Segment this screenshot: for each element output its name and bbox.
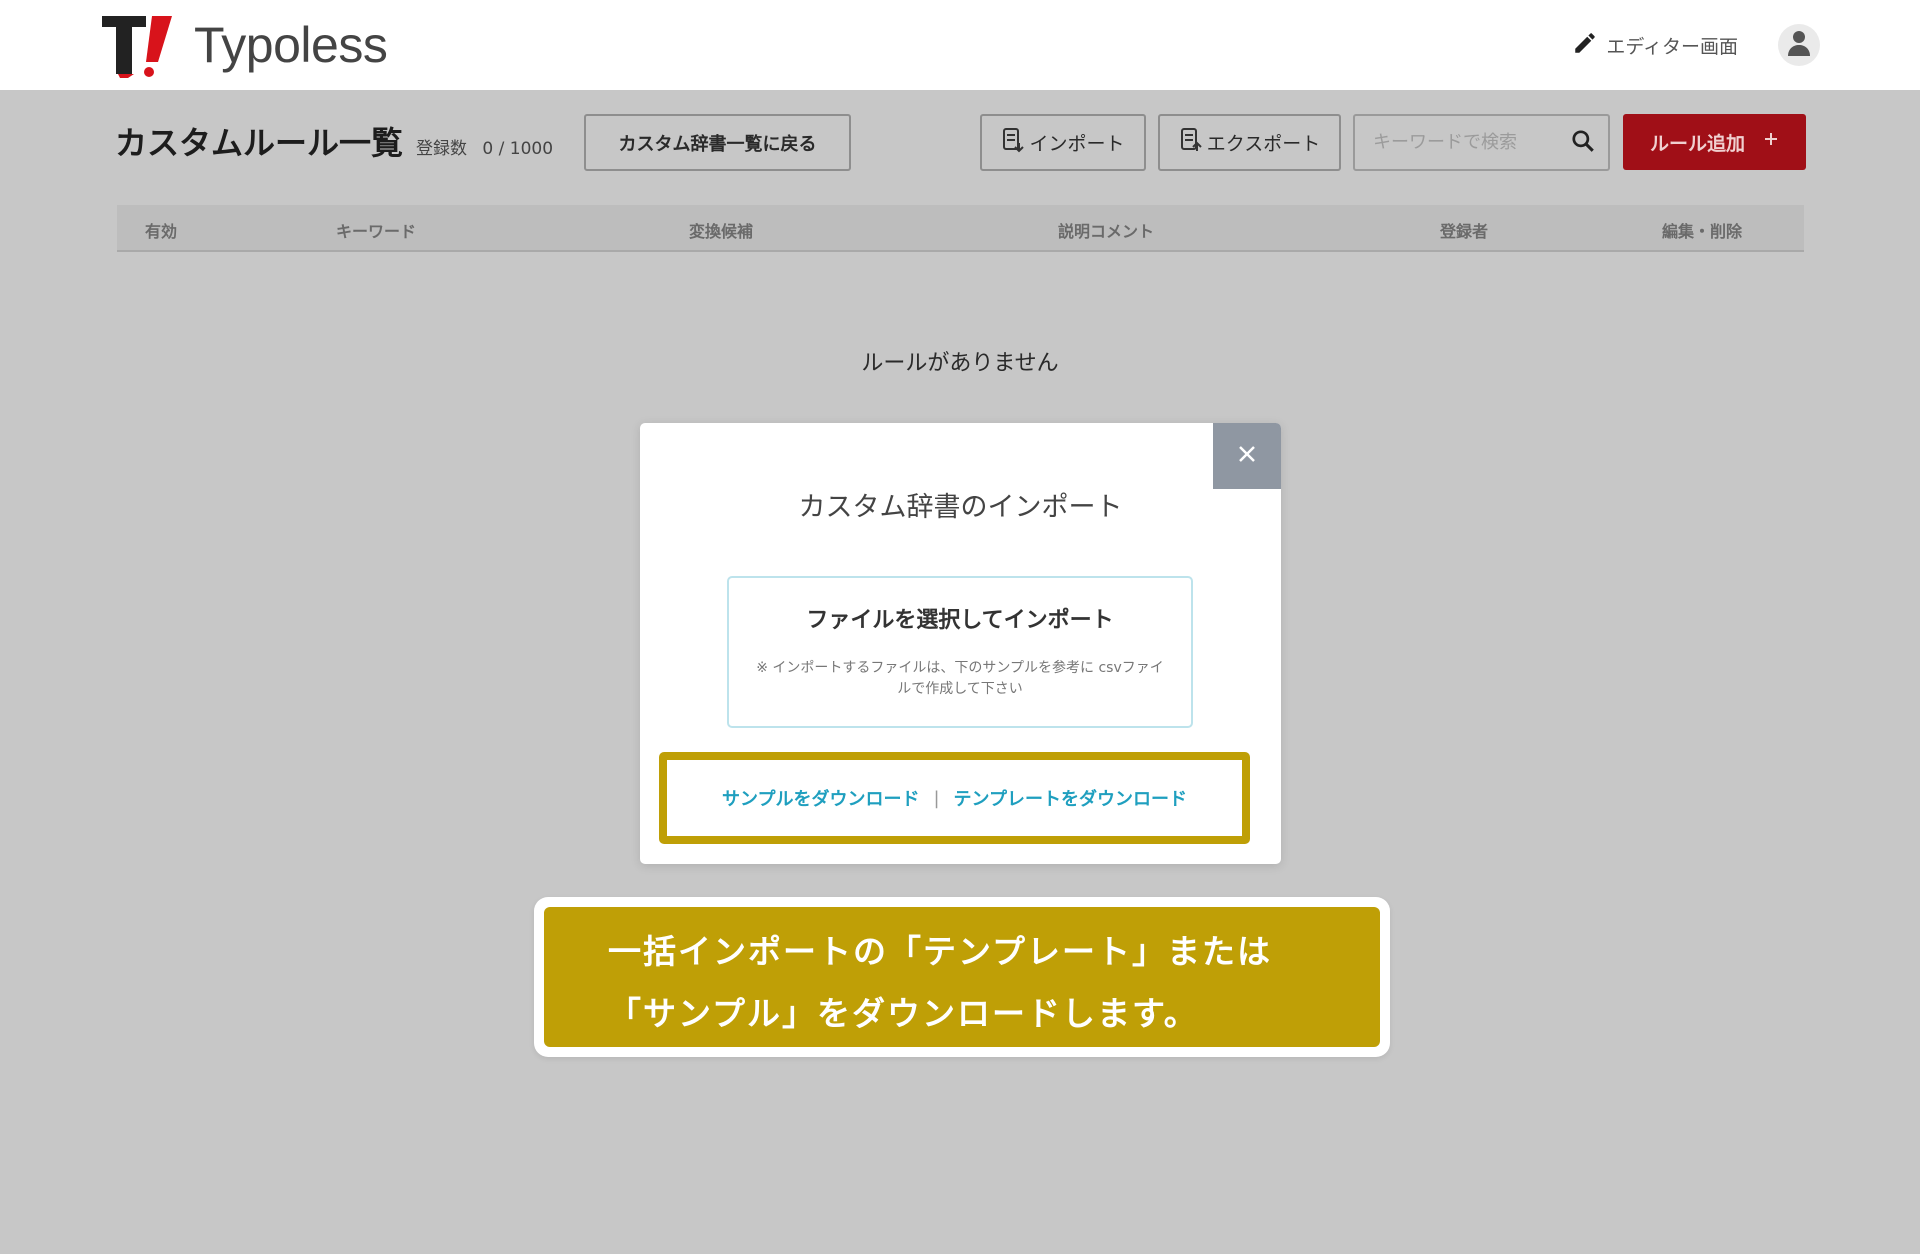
count-value: 0 / 1000 <box>482 139 554 159</box>
close-icon <box>1236 443 1258 469</box>
download-template-link[interactable]: テンプレートをダウンロード <box>954 785 1187 811</box>
column-enabled: 有効 <box>145 222 178 241</box>
pencil-icon <box>1572 30 1598 61</box>
logo-mark-icon <box>100 12 180 78</box>
import-button[interactable]: インポート <box>980 114 1146 171</box>
file-select-title: ファイルを選択してインポート <box>806 608 1114 633</box>
link-separator: | <box>933 787 940 809</box>
header-actions: エディター画面 <box>1572 22 1820 68</box>
column-keyword: キーワード <box>336 222 417 241</box>
import-label: インポート <box>1029 133 1125 155</box>
import-dialog: カスタム辞書のインポート ファイルを選択してインポート ※ インポートするファイ… <box>640 423 1281 864</box>
rules-table-header: 有効 キーワード 変換候補 説明コメント 登録者 編集・削除 <box>117 205 1804 252</box>
typoless-logo[interactable]: Typoless <box>100 12 388 78</box>
user-avatar[interactable] <box>1778 24 1820 66</box>
callout-body: 一括インポートの「テンプレート」または 「サンプル」をダウンロードします。 <box>544 907 1380 1047</box>
export-button[interactable]: エクスポート <box>1158 114 1341 171</box>
user-icon <box>1786 29 1812 61</box>
editor-link-label: エディター画面 <box>1606 35 1738 58</box>
plus-icon <box>1763 131 1779 153</box>
top-header: Typoless エディター画面 <box>0 0 1920 90</box>
download-sample-link[interactable]: サンプルをダウンロード <box>722 785 919 811</box>
close-button[interactable] <box>1213 423 1281 489</box>
export-label: エクスポート <box>1206 133 1321 155</box>
dialog-title: カスタム辞書のインポート <box>798 492 1123 523</box>
add-rule-label: ルール追加 <box>1649 133 1745 155</box>
back-to-dictionary-list-button[interactable]: カスタム辞書一覧に戻る <box>584 114 851 171</box>
export-icon <box>1179 127 1203 158</box>
count-label: 登録数 <box>416 139 467 159</box>
file-select-import-area[interactable]: ファイルを選択してインポート ※ インポートするファイルは、下のサンプルを参考に… <box>727 576 1193 728</box>
column-registrant: 登録者 <box>1440 222 1489 241</box>
instruction-callout: 一括インポートの「テンプレート」または 「サンプル」をダウンロードします。 <box>534 897 1390 1057</box>
column-edit-delete: 編集・削除 <box>1662 222 1743 241</box>
import-icon <box>1001 127 1025 158</box>
editor-screen-link[interactable]: エディター画面 <box>1572 30 1738 61</box>
page-title: カスタムルール一覧 <box>115 124 404 162</box>
download-links-highlight: サンプルをダウンロード | テンプレートをダウンロード <box>659 752 1250 844</box>
file-select-note: ※ インポートするファイルは、下のサンプルを参考に csvファイルで作成して下さ… <box>756 660 1164 697</box>
keyword-search-input[interactable] <box>1373 132 1563 153</box>
empty-rules-message: ルールがありません <box>861 351 1059 376</box>
search-icon[interactable] <box>1570 128 1596 158</box>
column-conversion-candidates: 変換候補 <box>689 222 754 241</box>
registration-count: 登録数 0 / 1000 <box>416 134 553 159</box>
callout-line-2: 「サンプル」をダウンロードします。 <box>608 994 1199 1033</box>
brand-name: Typoless <box>194 17 388 73</box>
keyword-search-box <box>1353 114 1610 171</box>
column-description-comment: 説明コメント <box>1058 222 1155 241</box>
add-rule-button[interactable]: ルール追加 <box>1623 114 1806 170</box>
callout-line-1: 一括インポートの「テンプレート」または <box>608 932 1273 971</box>
